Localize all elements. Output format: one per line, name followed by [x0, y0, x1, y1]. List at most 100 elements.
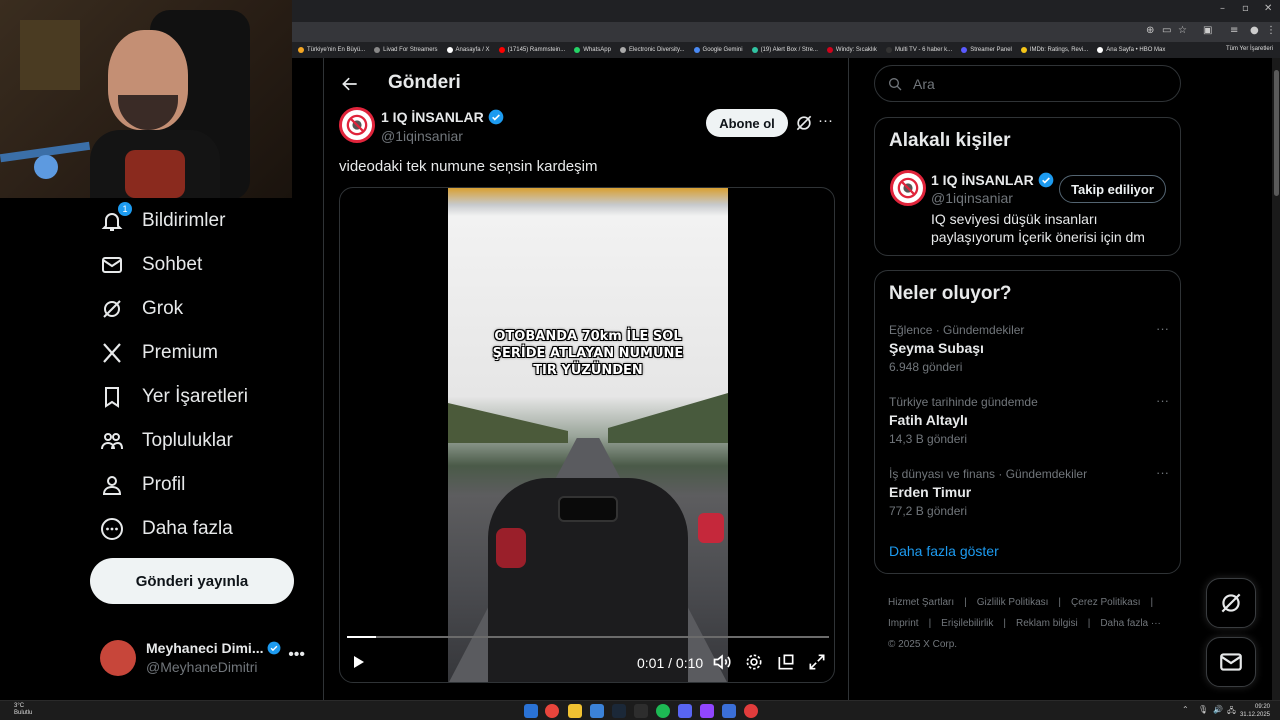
footer-link[interactable]: Gizlilik Politikası: [977, 597, 1049, 608]
trend-more-icon[interactable]: ···: [1156, 321, 1169, 336]
app-icon[interactable]: [700, 704, 714, 718]
footer-link[interactable]: Çerez Politikası: [1071, 597, 1140, 608]
settings-gear-icon[interactable]: [744, 652, 766, 674]
sidebar-item-grok[interactable]: Grok: [100, 289, 183, 329]
author-handle[interactable]: @1iqinsaniar: [381, 128, 463, 144]
account-switcher[interactable]: Meyhaneci Dimi... @MeyhaneDimitri •••: [100, 636, 315, 680]
bookmark-item[interactable]: Ana Sayfa • HBO Max: [1097, 47, 1165, 53]
app-icon[interactable]: [722, 704, 736, 718]
bookmark-label: Ana Sayfa • HBO Max: [1106, 47, 1166, 53]
bookmark-favicon-icon: [751, 47, 758, 53]
bookmark-item[interactable]: Electronic Diversity...: [619, 47, 685, 53]
bookmark-favicon-icon: [619, 47, 626, 53]
spotify-icon[interactable]: [656, 704, 670, 718]
trend-item[interactable]: İş dünyası ve finans · Gündemdekiler Erd…: [889, 465, 1169, 527]
messages-fab-button[interactable]: [1206, 637, 1256, 687]
steam-icon[interactable]: [612, 704, 626, 718]
windows-start-icon[interactable]: [524, 704, 538, 718]
browser-address-bar[interactable]: [292, 22, 1280, 42]
bookmark-item[interactable]: Livad For Streamers: [374, 47, 438, 53]
bookmark-item[interactable]: Windy: Sıcaklık: [826, 47, 877, 53]
sidebar-item-sohbet[interactable]: Sohbet: [100, 245, 202, 285]
play-icon[interactable]: [350, 654, 368, 672]
chrome-icon[interactable]: [545, 704, 559, 718]
bookmark-item[interactable]: Multi TV - 6 haber k...: [885, 47, 952, 53]
sidebar-item-topluluklar[interactable]: Topluluklar: [100, 421, 233, 461]
post-button[interactable]: Gönderi yayınla: [90, 558, 294, 604]
maximize-icon[interactable]: ▫: [1242, 3, 1249, 14]
sidebar-item-label: Daha fazla: [142, 518, 233, 539]
related-handle[interactable]: @1iqinsaniar: [931, 190, 1013, 206]
app-icon[interactable]: [590, 704, 604, 718]
person-icon: [100, 473, 124, 497]
video-frame[interactable]: OTOBANDA 70km İLE SOL ŞERİDE ATLAYAN NUM…: [448, 188, 728, 682]
footer-link[interactable]: Imprint: [888, 618, 919, 629]
app-icon[interactable]: [634, 704, 648, 718]
show-more-link[interactable]: Daha fazla göster: [889, 543, 999, 559]
clock[interactable]: 09:20 31.12.2025: [1240, 703, 1270, 719]
post-more-icon[interactable]: ···: [818, 112, 833, 129]
bookmark-label: IMDb: Ratings, Revi...: [1029, 47, 1089, 53]
app-icon[interactable]: [744, 704, 758, 718]
search-box[interactable]: [874, 65, 1181, 102]
related-name[interactable]: 1 IQ İNSANLAR: [931, 172, 1054, 188]
bookmark-item[interactable]: (17145) Rammstein...: [498, 47, 565, 53]
browser-menu-icon[interactable]: ⋮: [1266, 25, 1276, 36]
speaker-tray-icon[interactable]: 🔊: [1213, 705, 1223, 714]
sidebar-item-bildirimler[interactable]: 1 Bildirimler: [100, 201, 225, 241]
volume-icon[interactable]: [712, 652, 734, 674]
bookmark-item[interactable]: WhatsApp: [574, 47, 611, 53]
sidebar-item-label: Grok: [142, 298, 184, 319]
back-arrow-icon[interactable]: [338, 72, 362, 96]
sidebar-item-profil[interactable]: Profil: [100, 465, 185, 505]
sidebar-item-label: Yer İşaretleri: [142, 386, 248, 407]
hand-guard: [698, 513, 724, 543]
tray-chevron-icon[interactable]: ⌃: [1182, 705, 1189, 714]
subscribe-button[interactable]: Abone ol: [706, 109, 788, 137]
sidebar-item-yer-i-aretleri[interactable]: Yer İşaretleri: [100, 377, 248, 417]
trend-more-icon[interactable]: ···: [1156, 393, 1169, 408]
related-avatar[interactable]: [890, 170, 926, 206]
video-player[interactable]: OTOBANDA 70km İLE SOL ŞERİDE ATLAYAN NUM…: [339, 187, 835, 683]
footer-link[interactable]: Erişilebilirlik: [941, 618, 993, 629]
footer-link[interactable]: Hizmet Şartları: [888, 597, 954, 608]
trend-item[interactable]: Türkiye tarihinde gündemde Fatih Altaylı…: [889, 393, 1169, 455]
scrollbar-thumb[interactable]: [1274, 70, 1279, 196]
author-avatar[interactable]: [339, 107, 375, 143]
bookmark-item[interactable]: Anasayfa / X: [446, 47, 490, 53]
author-name[interactable]: 1 IQ İNSANLAR: [381, 109, 504, 125]
video-progress-track[interactable]: [347, 636, 829, 638]
bookmark-item[interactable]: Streamer Panel: [961, 47, 1012, 53]
microphone-tray-icon[interactable]: 🎙: [1198, 705, 1208, 714]
footer-link[interactable]: Reklam bilgisi: [1016, 618, 1078, 629]
trend-more-icon[interactable]: ···: [1156, 465, 1169, 480]
star-bookmark-icon[interactable]: ☆: [1178, 25, 1187, 36]
all-bookmarks-link[interactable]: Tüm Yer İşaretleri: [1226, 46, 1273, 52]
grok-fab-button[interactable]: [1206, 578, 1256, 628]
bookmark-item[interactable]: IMDb: Ratings, Revi...: [1020, 47, 1089, 53]
network-tray-icon[interactable]: 🖧: [1227, 705, 1236, 719]
bookmark-item[interactable]: (19) Alert Box / Stre...: [751, 47, 818, 53]
bookmark-item[interactable]: Türkiye'nin En Büyü...: [298, 47, 365, 53]
trend-item[interactable]: Eğlence · Gündemdekiler Şeyma Subaşı 6.9…: [889, 321, 1169, 383]
following-button[interactable]: Takip ediliyor: [1059, 175, 1166, 203]
account-more-icon[interactable]: •••: [288, 646, 305, 664]
picture-in-picture-icon[interactable]: [776, 652, 798, 674]
install-icon[interactable]: ▭: [1162, 25, 1171, 36]
extensions-icon[interactable]: ▣: [1203, 25, 1212, 36]
grok-icon[interactable]: [794, 113, 814, 133]
discord-icon[interactable]: [678, 704, 692, 718]
sidebar-item-daha-fazla[interactable]: Daha fazla: [100, 509, 233, 549]
footer-link[interactable]: Daha fazla ···: [1100, 618, 1161, 629]
profile-icon[interactable]: ●: [1250, 25, 1259, 36]
media-icon[interactable]: ≡: [1230, 25, 1238, 36]
weather-widget[interactable]: 3°C Bulutlu: [14, 703, 32, 717]
bookmark-item[interactable]: Google Gemini: [693, 47, 743, 53]
close-window-icon[interactable]: ✕: [1264, 3, 1272, 14]
file-explorer-icon[interactable]: [568, 704, 582, 718]
sidebar-item-premium[interactable]: Premium: [100, 333, 218, 373]
fullscreen-icon[interactable]: [807, 652, 829, 674]
minimize-icon[interactable]: –: [1220, 3, 1225, 14]
zoom-icon[interactable]: ⊕: [1146, 25, 1154, 36]
search-input[interactable]: [913, 75, 1153, 92]
